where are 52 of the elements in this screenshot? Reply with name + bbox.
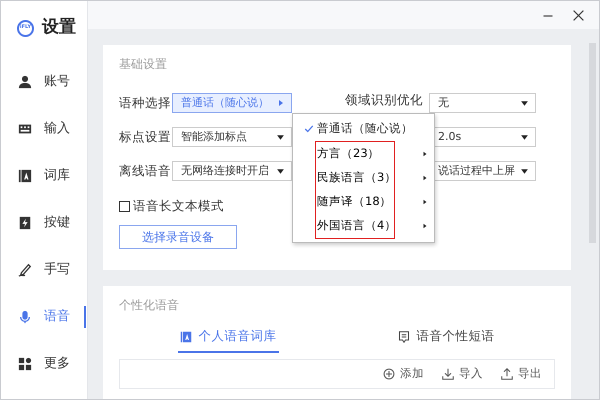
dropdown-arrow-icon: [520, 132, 529, 142]
sidebar-item[interactable]: 账号: [1, 70, 87, 94]
pen-icon: [18, 263, 32, 277]
upload-icon: [501, 368, 513, 380]
field-label: 离线语音: [119, 162, 172, 180]
sidebar-item[interactable]: 手写: [1, 258, 87, 282]
book-icon: [180, 330, 192, 343]
field-label: 标点设置: [119, 128, 172, 146]
submenu-arrow-icon: [422, 151, 428, 157]
dropdown-arrow-icon: [520, 98, 529, 108]
tab[interactable]: 语音个性短语: [396, 322, 496, 353]
sidebar-item[interactable]: 词库: [1, 164, 87, 188]
sidebar-item[interactable]: 按键: [1, 211, 87, 235]
sidebar-item[interactable]: 更多: [1, 352, 87, 376]
tab[interactable]: 个人语音词库: [178, 322, 278, 353]
check-icon: [304, 124, 314, 134]
dropdown[interactable]: 智能添加标点: [172, 127, 292, 148]
dropdown[interactable]: 无网络连接时开启: [172, 161, 292, 182]
menu-item[interactable]: 外国语言（4）: [316, 214, 434, 238]
menu-item[interactable]: 随声译（18）: [316, 190, 434, 214]
settings-title: 设置: [42, 16, 76, 40]
submenu-arrow-icon: [422, 223, 428, 229]
language-dropdown[interactable]: 普通话（随心说）: [172, 93, 292, 114]
grid-icon: [18, 357, 32, 371]
dropdown-arrow-icon: [276, 166, 285, 176]
toolbar-button[interactable]: 添加: [383, 366, 424, 382]
toolbar-button[interactable]: 导入: [442, 366, 483, 382]
toolbar-button[interactable]: 导出: [501, 366, 542, 382]
book-icon: [18, 169, 32, 183]
close-icon: [572, 9, 585, 22]
lightning-icon: [18, 216, 32, 230]
add-icon: [383, 368, 395, 380]
field-label: 语种选择: [119, 94, 172, 112]
section-title: 个性化语音: [119, 297, 180, 314]
keyboard-icon: [18, 122, 32, 136]
submenu-arrow-icon: [422, 199, 428, 205]
submenu-arrow-icon: [277, 99, 285, 108]
sidebar-item[interactable]: 输入: [1, 117, 87, 141]
field-label: 领域识别优化: [345, 93, 424, 106]
person-icon: [18, 75, 32, 89]
select-device-button[interactable]: 选择录音设备: [119, 225, 237, 249]
dropdown[interactable]: 无: [429, 93, 536, 114]
dropdown-arrow-icon: [276, 132, 285, 142]
section-title: 基础设置: [119, 56, 168, 74]
sidebar-item[interactable]: 语音: [1, 305, 87, 329]
checkbox[interactable]: [119, 201, 130, 212]
dropdown-arrow-icon: [520, 166, 529, 176]
submenu-arrow-icon: [422, 175, 428, 181]
microphone-icon: [18, 310, 32, 324]
note-icon: [398, 330, 410, 343]
download-icon: [442, 368, 454, 380]
checkbox-option[interactable]: 语音长文本模式: [119, 197, 224, 216]
